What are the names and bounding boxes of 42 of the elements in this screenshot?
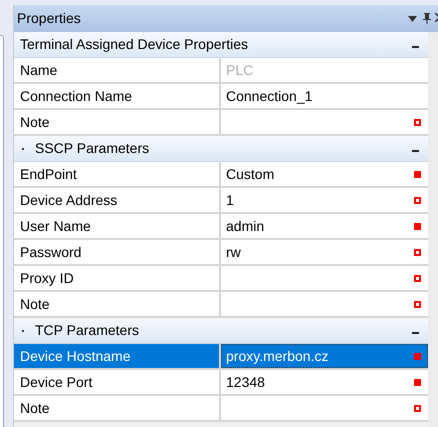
property-value[interactable]: Custom <box>226 164 414 184</box>
property-row[interactable]: Proxy ID <box>14 266 428 292</box>
category-header[interactable]: TCP Parameters <box>14 318 428 344</box>
property-row[interactable]: Note <box>14 110 428 136</box>
category-title: TCP Parameters <box>35 321 140 340</box>
property-name: Password <box>20 242 82 262</box>
property-name: Device Address <box>20 190 118 210</box>
property-name: Note <box>20 112 50 132</box>
pin-icon[interactable] <box>423 13 431 24</box>
property-value[interactable]: Connection_1 <box>226 86 421 106</box>
property-name: User Name <box>20 216 91 236</box>
property-name: EndPoint <box>20 164 77 184</box>
category-header[interactable]: Terminal Assigned Device Properties <box>14 32 428 58</box>
property-name: Device Hostname <box>20 346 130 366</box>
scrollbar[interactable] <box>428 32 438 427</box>
property-name: Proxy ID <box>20 268 74 288</box>
panel-title: Properties <box>17 9 82 28</box>
property-name: Device Port <box>20 372 92 392</box>
property-value[interactable]: rw <box>226 242 414 262</box>
category-title: Terminal Assigned Device Properties <box>20 35 249 54</box>
property-value[interactable]: 1 <box>226 190 414 210</box>
property-row[interactable]: Connection Name Connection_1 <box>14 84 428 110</box>
property-row[interactable]: User Name admin <box>14 214 428 240</box>
property-row[interactable]: Note <box>14 292 428 318</box>
property-row[interactable]: Device Address 1 <box>14 188 428 214</box>
dropdown-icon[interactable] <box>408 16 417 22</box>
property-value[interactable]: 12348 <box>226 372 414 392</box>
property-row[interactable]: Password rw <box>14 240 428 266</box>
property-name: Name <box>20 60 58 80</box>
property-value[interactable]: proxy.merbon.cz <box>226 346 414 366</box>
property-name: Note <box>20 398 50 418</box>
property-row[interactable]: Name PLC <box>14 58 428 84</box>
property-row[interactable]: EndPoint Custom <box>14 162 428 188</box>
category-header[interactable]: SSCP Parameters <box>14 136 428 162</box>
property-row[interactable]: Device Hostname proxy.merbon.cz <box>14 344 428 370</box>
close-icon[interactable] <box>435 13 438 24</box>
property-name: Note <box>20 294 50 314</box>
category-title: SSCP Parameters <box>35 139 150 158</box>
property-name: Connection Name <box>20 86 132 106</box>
property-row[interactable]: Device Port 12348 <box>14 370 428 396</box>
property-row[interactable]: Note <box>14 396 428 422</box>
property-value[interactable]: admin <box>226 216 414 236</box>
